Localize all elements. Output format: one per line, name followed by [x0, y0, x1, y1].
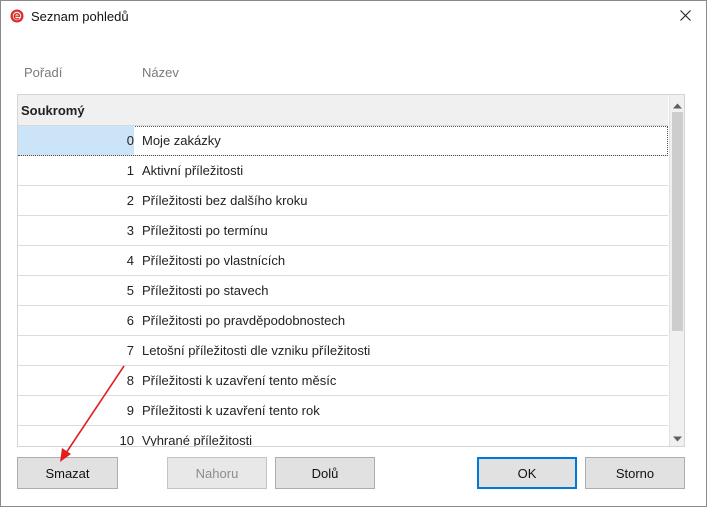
dialog-title: Seznam pohledů: [31, 9, 129, 24]
row-name: Příležitosti po pravděpodobnostech: [142, 313, 346, 328]
move-up-button[interactable]: Nahoru: [167, 457, 267, 489]
row-name: Příležitosti po stavech: [142, 283, 269, 298]
column-header-order: Pořadí: [24, 65, 63, 80]
scroll-down-button[interactable]: [671, 430, 684, 444]
row-order: 7: [126, 343, 134, 358]
row-order: 3: [126, 223, 134, 238]
row-order: 2: [126, 193, 134, 208]
row-name: Příležitosti po vlastnících: [142, 253, 286, 268]
title-bar: Seznam pohledů: [1, 1, 706, 32]
dialog-window: Seznam pohledů Pořadí Název Soukromý 0 M…: [0, 0, 707, 507]
cancel-button[interactable]: Storno: [585, 457, 685, 489]
row-name: Příležitosti po termínu: [142, 223, 268, 238]
chevron-up-icon: [673, 97, 682, 112]
table-row[interactable]: 10 Vyhrané příležitosti: [18, 426, 668, 447]
row-name: Aktivní příležitosti: [142, 163, 244, 178]
column-header-name: Název: [142, 65, 179, 80]
row-name: Moje zakázky: [142, 133, 221, 148]
row-order: 10: [119, 433, 134, 447]
row-name: Příležitosti k uzavření tento rok: [142, 403, 320, 418]
table-row[interactable]: 0 Moje zakázky: [18, 126, 668, 156]
scroll-up-button[interactable]: [671, 97, 684, 111]
close-icon: [679, 9, 691, 24]
row-order: 4: [126, 253, 134, 268]
group-row-private[interactable]: Soukromý: [18, 95, 668, 126]
row-name: Vyhrané příležitosti: [142, 433, 253, 447]
row-order: 9: [126, 403, 134, 418]
group-label: Soukromý: [21, 103, 85, 118]
app-logo-icon: [10, 9, 24, 23]
vertical-scrollbar[interactable]: [669, 95, 684, 446]
table-row[interactable]: 8 Příležitosti k uzavření tento měsíc: [18, 366, 668, 396]
chevron-down-icon: [673, 430, 682, 445]
grid-rows: 0 Moje zakázky 1 Aktivní příležitosti 2 …: [18, 126, 668, 447]
row-order: 1: [126, 163, 134, 178]
views-grid: Soukromý 0 Moje zakázky 1 Aktivní přílež…: [17, 94, 685, 447]
table-row[interactable]: 1 Aktivní příležitosti: [18, 156, 668, 186]
row-order: 0: [18, 126, 134, 155]
delete-button[interactable]: Smazat: [17, 457, 118, 489]
ok-button[interactable]: OK: [477, 457, 577, 489]
move-down-button[interactable]: Dolů: [275, 457, 375, 489]
row-order: 8: [126, 373, 134, 388]
table-row[interactable]: 6 Příležitosti po pravděpodobnostech: [18, 306, 668, 336]
row-order: 5: [126, 283, 134, 298]
table-row[interactable]: 9 Příležitosti k uzavření tento rok: [18, 396, 668, 426]
table-row[interactable]: 2 Příležitosti bez dalšího kroku: [18, 186, 668, 216]
table-row[interactable]: 5 Příležitosti po stavech: [18, 276, 668, 306]
row-order: 6: [126, 313, 134, 328]
table-row[interactable]: 3 Příležitosti po termínu: [18, 216, 668, 246]
scroll-thumb[interactable]: [672, 112, 683, 331]
row-name: Letošní příležitosti dle vzniku příležit…: [142, 343, 371, 358]
close-button[interactable]: [666, 1, 704, 32]
table-row[interactable]: 4 Příležitosti po vlastnících: [18, 246, 668, 276]
row-name: Příležitosti k uzavření tento měsíc: [142, 373, 337, 388]
table-row[interactable]: 7 Letošní příležitosti dle vzniku přílež…: [18, 336, 668, 366]
row-name: Příležitosti bez dalšího kroku: [142, 193, 308, 208]
